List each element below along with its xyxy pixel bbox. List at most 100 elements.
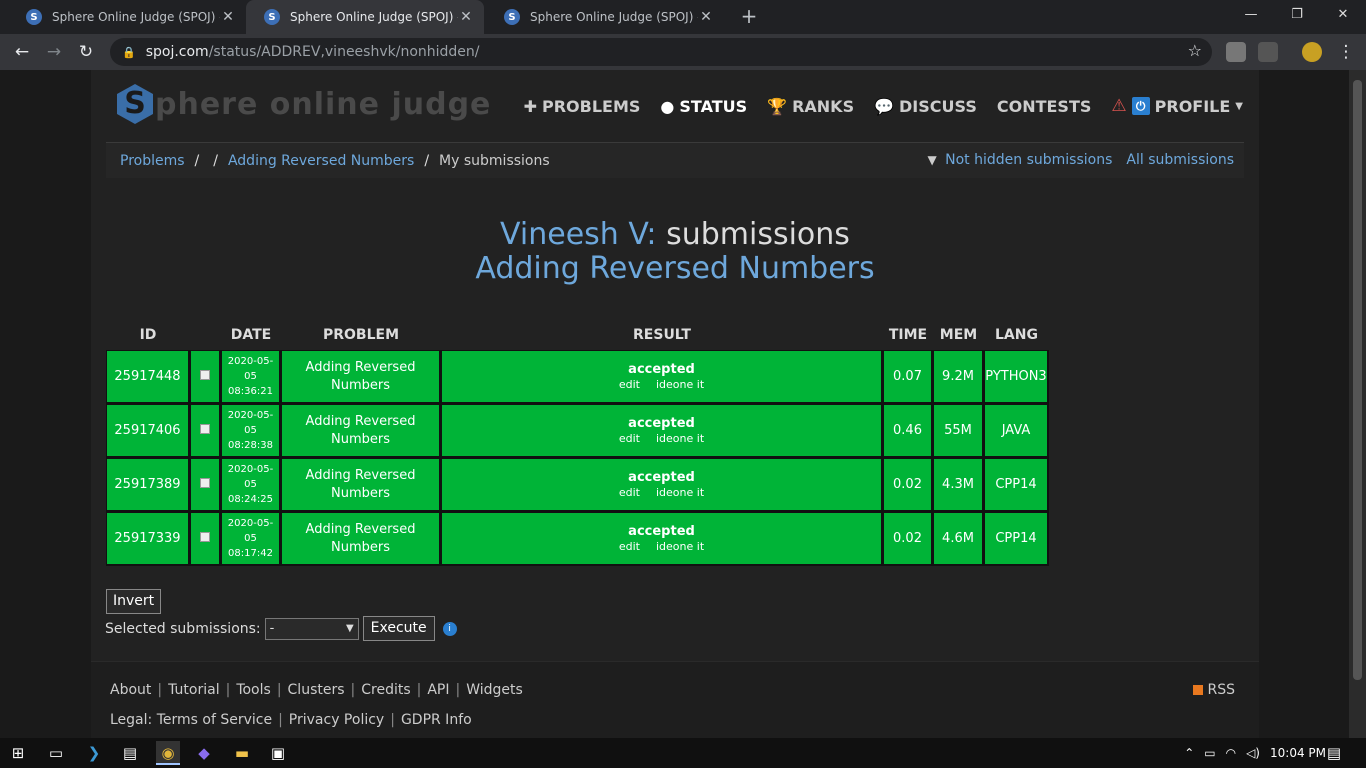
user-name[interactable]: Vineesh V:	[500, 217, 657, 252]
col-date[interactable]: DATE	[221, 320, 281, 350]
submission-problem[interactable]: Adding Reversed Numbers	[281, 512, 441, 566]
footer-link-api[interactable]: API	[427, 682, 449, 698]
edit-link[interactable]: edit	[619, 378, 640, 391]
spoj-logo[interactable]: S phere online judge	[117, 84, 491, 124]
row-checkbox[interactable]	[200, 478, 210, 488]
all-submissions-link[interactable]: All submissions	[1126, 152, 1234, 168]
battery-icon[interactable]: ▭	[1204, 746, 1215, 760]
ideone-link[interactable]: ideone it	[656, 378, 704, 391]
lock-icon: 🔒	[122, 45, 136, 59]
wifi-icon[interactable]: ◠	[1226, 746, 1236, 760]
browser-tab-2[interactable]: S Sphere Online Judge (SPOJ) - Sta ✕	[246, 0, 484, 34]
col-mem[interactable]: MEM	[933, 320, 984, 350]
profile-avatar[interactable]	[1302, 42, 1322, 62]
clock[interactable]: 10:04 PM	[1270, 746, 1326, 760]
submission-id[interactable]: 25917389	[106, 458, 190, 512]
forward-arrow-icon[interactable]: →	[42, 40, 66, 64]
close-window-icon[interactable]: ✕	[1320, 0, 1366, 30]
row-checkbox[interactable]	[200, 424, 210, 434]
not-hidden-submissions-link[interactable]: Not hidden submissions	[945, 152, 1112, 168]
store-icon[interactable]: ▣	[266, 741, 290, 765]
bulk-action-select[interactable]: - ▼	[264, 617, 359, 640]
back-arrow-icon[interactable]: ←	[10, 40, 34, 64]
chrome-icon[interactable]: ◉	[156, 741, 180, 765]
bookmark-star-icon[interactable]: ☆	[1188, 41, 1202, 60]
terminal-icon[interactable]: ▤	[118, 741, 142, 765]
row-checkbox[interactable]	[200, 370, 210, 380]
app-diamond-icon[interactable]: ◆	[192, 741, 216, 765]
menu-kebab-icon[interactable]: ⋮	[1334, 40, 1358, 64]
edit-link[interactable]: edit	[619, 540, 640, 553]
privacy-link[interactable]: Privacy Policy	[289, 712, 384, 728]
nav-problems[interactable]: ✚ PROBLEMS	[524, 97, 641, 116]
row-select-cell	[190, 404, 221, 458]
submission-result: accepted edit ideone it	[441, 350, 883, 404]
page-scrollbar[interactable]	[1349, 70, 1366, 738]
submission-id[interactable]: 25917448	[106, 350, 190, 404]
footer-link-tutorial[interactable]: Tutorial	[168, 682, 219, 698]
submission-id[interactable]: 25917339	[106, 512, 190, 566]
col-id[interactable]: ID	[106, 320, 190, 350]
footer-link-clusters[interactable]: Clusters	[288, 682, 345, 698]
ideone-link[interactable]: ideone it	[656, 486, 704, 499]
nav-ranks[interactable]: 🏆 RANKS	[767, 97, 854, 116]
col-lang: LANG	[995, 327, 1038, 343]
execute-button[interactable]: Execute	[362, 616, 435, 641]
file-explorer-icon[interactable]: ▬	[230, 741, 254, 765]
footer-link-tools[interactable]: Tools	[236, 682, 271, 698]
row-checkbox[interactable]	[200, 532, 210, 542]
footer-link-widgets[interactable]: Widgets	[466, 682, 523, 698]
extension-icon[interactable]	[1258, 42, 1278, 62]
submission-problem[interactable]: Adding Reversed Numbers	[281, 404, 441, 458]
restore-icon[interactable]: ❐	[1274, 0, 1320, 30]
close-tab-icon[interactable]: ✕	[458, 9, 474, 25]
browser-tab-1[interactable]: S Sphere Online Judge (SPOJ) - Pro ✕	[8, 0, 246, 34]
address-bar[interactable]: 🔒 spoj.com /status/ADDREV,vineeshvk/nonh…	[110, 38, 1212, 66]
terms-link[interactable]: Terms of Service	[157, 712, 272, 728]
tray-up-arrow-icon[interactable]: ⌃	[1184, 746, 1194, 760]
footer-separator: |	[350, 682, 356, 698]
vscode-icon[interactable]: ❯	[82, 741, 106, 765]
warning-icon[interactable]: ⚠	[1111, 96, 1126, 116]
close-tab-icon[interactable]: ✕	[220, 9, 236, 25]
ideone-link[interactable]: ideone it	[656, 432, 704, 445]
edit-link[interactable]: edit	[619, 486, 640, 499]
submission-problem[interactable]: Adding Reversed Numbers	[281, 350, 441, 404]
desktop-app-icon[interactable]: ▭	[44, 741, 68, 765]
browser-tab-3[interactable]: S Sphere Online Judge (SPOJ) - Sta ✕	[486, 0, 724, 34]
info-icon[interactable]: i	[442, 621, 457, 636]
windows-start-icon[interactable]: ⊞	[6, 741, 30, 765]
close-tab-icon[interactable]: ✕	[698, 9, 714, 25]
ideone-link[interactable]: ideone it	[656, 540, 704, 553]
extension-icon[interactable]	[1226, 42, 1246, 62]
col-time[interactable]: TIME	[883, 320, 933, 350]
problem-title-link[interactable]: Adding Reversed Numbers	[91, 252, 1259, 286]
submission-date: 2020-05-05 08:28:38	[221, 404, 281, 458]
legal-prefix: Legal:	[110, 712, 153, 728]
scrollbar-thumb[interactable]	[1353, 80, 1362, 680]
minimize-icon[interactable]: —	[1228, 0, 1274, 30]
nav-status[interactable]: ● STATUS	[660, 97, 747, 116]
breadcrumb-problem[interactable]: Adding Reversed Numbers	[228, 153, 414, 169]
invert-button[interactable]: Invert	[106, 589, 162, 614]
footer-link-credits[interactable]: Credits	[361, 682, 410, 698]
date-time: 08:24:25	[228, 494, 273, 505]
submission-problem[interactable]: Adding Reversed Numbers	[281, 458, 441, 512]
edit-link[interactable]: edit	[619, 432, 640, 445]
submission-id[interactable]: 25917406	[106, 404, 190, 458]
reload-icon[interactable]: ↻	[74, 40, 98, 64]
breadcrumb-problems[interactable]: Problems	[120, 153, 185, 169]
nav-contests[interactable]: CONTESTS	[997, 97, 1092, 116]
new-tab-icon[interactable]: +	[738, 5, 760, 27]
gdpr-link[interactable]: GDPR Info	[401, 712, 472, 728]
main-nav: ✚ PROBLEMS ● STATUS 🏆 RANKS 💬 DISCUSS CO…	[524, 96, 1243, 116]
footer-link-about[interactable]: About	[110, 682, 151, 698]
breadcrumb-current: My submissions	[439, 152, 550, 169]
rss-link[interactable]: RSS	[1193, 682, 1235, 698]
nav-discuss[interactable]: 💬 DISCUSS	[874, 97, 977, 116]
notifications-icon[interactable]: ▤	[1322, 741, 1346, 765]
volume-icon[interactable]: ◁)	[1246, 746, 1260, 760]
date-time: 08:17:42	[228, 548, 273, 559]
puzzle-icon: ✚	[523, 96, 537, 116]
nav-profile[interactable]: ⚠ ⏻ PROFILE ▼	[1111, 96, 1243, 116]
